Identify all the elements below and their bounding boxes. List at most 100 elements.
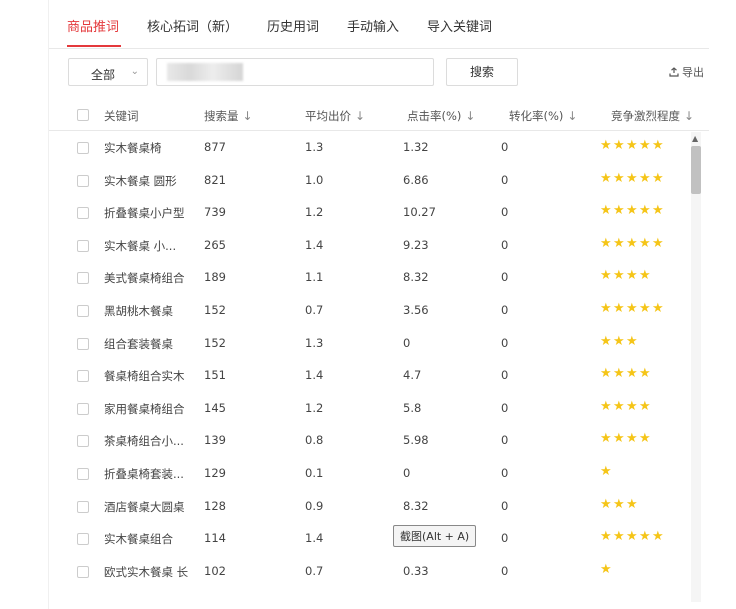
cell-keyword: 酒店餐桌大圆桌 [104, 499, 185, 514]
table-row: 实木餐桌组合 114 1.4 0 ★ ★ ★ ★ ★ [49, 523, 689, 555]
tab-product-recommend[interactable]: 商品推词 [67, 16, 119, 35]
row-checkbox[interactable] [77, 468, 89, 480]
scrollbar-thumb[interactable] [691, 146, 701, 194]
cell-ctr: 8.32 [403, 270, 429, 285]
star-icon: ★ [639, 431, 651, 447]
star-icon: ★ [626, 170, 638, 186]
row-checkbox[interactable] [77, 370, 89, 383]
scope-select[interactable]: 全部 ⌄ [68, 58, 148, 86]
cell-search-volume: 151 [204, 368, 226, 383]
row-checkbox[interactable] [77, 435, 89, 448]
row-checkbox[interactable] [77, 272, 89, 285]
star-icon: ★ [639, 138, 651, 153]
star-icon: ★ [639, 203, 651, 219]
cell-cvr: 0 [501, 531, 509, 546]
star-icon: ★ [600, 203, 612, 219]
tab-core-expand[interactable]: 核心拓词（新） [147, 16, 238, 35]
competition-stars: ★ [600, 464, 613, 479]
star-icon: ★ [639, 268, 651, 284]
table-row: 实木餐桌 圆形 821 1.0 6.86 0 ★ ★ ★ ★ ★ [49, 165, 689, 197]
competition-stars: ★ ★ ★ ★ [600, 431, 652, 446]
row-checkbox[interactable] [77, 337, 89, 350]
cell-cvr: 0 [501, 498, 509, 513]
star-icon: ★ [626, 431, 638, 447]
cell-keyword: 茶桌椅组合小... [104, 434, 184, 449]
cell-avg-bid: 1.4 [305, 531, 324, 546]
cell-cvr: 0 [501, 172, 509, 187]
cell-avg-bid: 0.8 [305, 433, 324, 448]
sort-down-arrow-icon[interactable]: ↓ [567, 109, 577, 123]
cell-keyword: 实木餐桌 圆形 [104, 173, 177, 188]
star-icon: ★ [600, 333, 612, 349]
star-icon: ★ [639, 529, 651, 545]
column-header-cvr[interactable]: 转化率(%) ↓ [509, 108, 577, 124]
row-checkbox[interactable] [77, 174, 89, 187]
cell-ctr: 8.32 [403, 498, 429, 513]
sort-down-arrow-icon[interactable]: ↓ [355, 109, 365, 123]
screenshot-tooltip: 截图(Alt + A) [393, 525, 477, 547]
tab-history[interactable]: 历史用词 [267, 16, 319, 35]
cell-ctr: 1.32 [403, 140, 429, 154]
row-checkbox[interactable] [77, 500, 89, 513]
star-icon: ★ [613, 203, 625, 219]
cell-keyword: 欧式实木餐桌 长 [104, 564, 189, 579]
sort-down-arrow-icon[interactable]: ↓ [243, 109, 253, 123]
star-icon: ★ [626, 529, 638, 545]
cell-ctr: 4.7 [403, 368, 422, 383]
star-icon: ★ [613, 366, 625, 382]
star-icon: ★ [600, 431, 612, 447]
competition-stars: ★ ★ ★ ★ [600, 399, 652, 414]
row-checkbox[interactable] [77, 142, 89, 154]
cell-search-volume: 139 [204, 433, 226, 448]
cell-search-volume: 821 [204, 172, 226, 187]
star-icon: ★ [626, 496, 638, 512]
cell-ctr: 10.27 [403, 205, 436, 220]
cell-avg-bid: 0.7 [305, 563, 324, 578]
star-icon: ★ [652, 301, 664, 316]
cell-cvr: 0 [501, 368, 509, 383]
cell-ctr: 5.8 [403, 400, 422, 415]
cell-cvr: 0 [501, 270, 509, 285]
cell-keyword: 实木餐桌椅 [104, 141, 162, 155]
cell-cvr: 0 [501, 466, 509, 480]
cell-ctr: 9.23 [403, 237, 429, 252]
star-icon: ★ [652, 138, 664, 153]
cell-keyword: 实木餐桌组合 [104, 532, 173, 547]
active-tab-indicator [67, 45, 121, 47]
star-icon: ★ [613, 235, 625, 251]
star-icon: ★ [613, 529, 625, 545]
star-icon: ★ [600, 464, 612, 479]
cell-ctr: 0 [403, 466, 411, 480]
row-checkbox[interactable] [77, 565, 89, 578]
star-icon: ★ [639, 235, 651, 251]
row-checkbox[interactable] [77, 207, 89, 220]
search-button[interactable]: 搜索 [446, 58, 518, 86]
star-icon: ★ [613, 431, 625, 447]
cell-avg-bid: 1.3 [305, 140, 324, 154]
column-header-ctr[interactable]: 点击率(%) ↓ [407, 108, 475, 124]
cell-search-volume: 102 [204, 563, 226, 578]
tab-import-keywords[interactable]: 导入关键词 [427, 16, 492, 35]
competition-stars: ★ ★ ★ ★ ★ [600, 301, 665, 316]
row-checkbox[interactable] [77, 533, 89, 546]
row-checkbox[interactable] [77, 305, 89, 317]
row-checkbox[interactable] [77, 402, 89, 415]
column-header-avg-bid[interactable]: 平均出价 ↓ [305, 108, 365, 124]
cell-cvr: 0 [501, 205, 509, 220]
column-header-search-volume[interactable]: 搜索量 ↓ [204, 108, 253, 124]
scroll-up-arrow-icon[interactable]: ▲ [692, 134, 698, 143]
row-checkbox[interactable] [77, 239, 89, 252]
search-input[interactable] [156, 58, 434, 86]
table-scrollbar[interactable]: ▲ [691, 132, 701, 602]
sort-down-arrow-icon[interactable]: ↓ [684, 109, 694, 123]
star-icon: ★ [639, 366, 651, 382]
tab-manual-input[interactable]: 手动输入 [347, 16, 399, 35]
export-button[interactable]: 导出 [669, 64, 704, 80]
select-all-checkbox[interactable] [77, 109, 89, 121]
sort-down-arrow-icon[interactable]: ↓ [465, 109, 475, 123]
upload-icon [669, 67, 679, 77]
column-header-competition[interactable]: 竞争激烈程度 ↓ [611, 108, 694, 124]
keyword-panel: 商品推词 核心拓词（新） 历史用词 手动输入 导入关键词 全部 ⌄ 搜索 导出 … [48, 0, 709, 609]
cell-cvr: 0 [501, 400, 509, 415]
cell-ctr: 3.56 [403, 303, 429, 317]
